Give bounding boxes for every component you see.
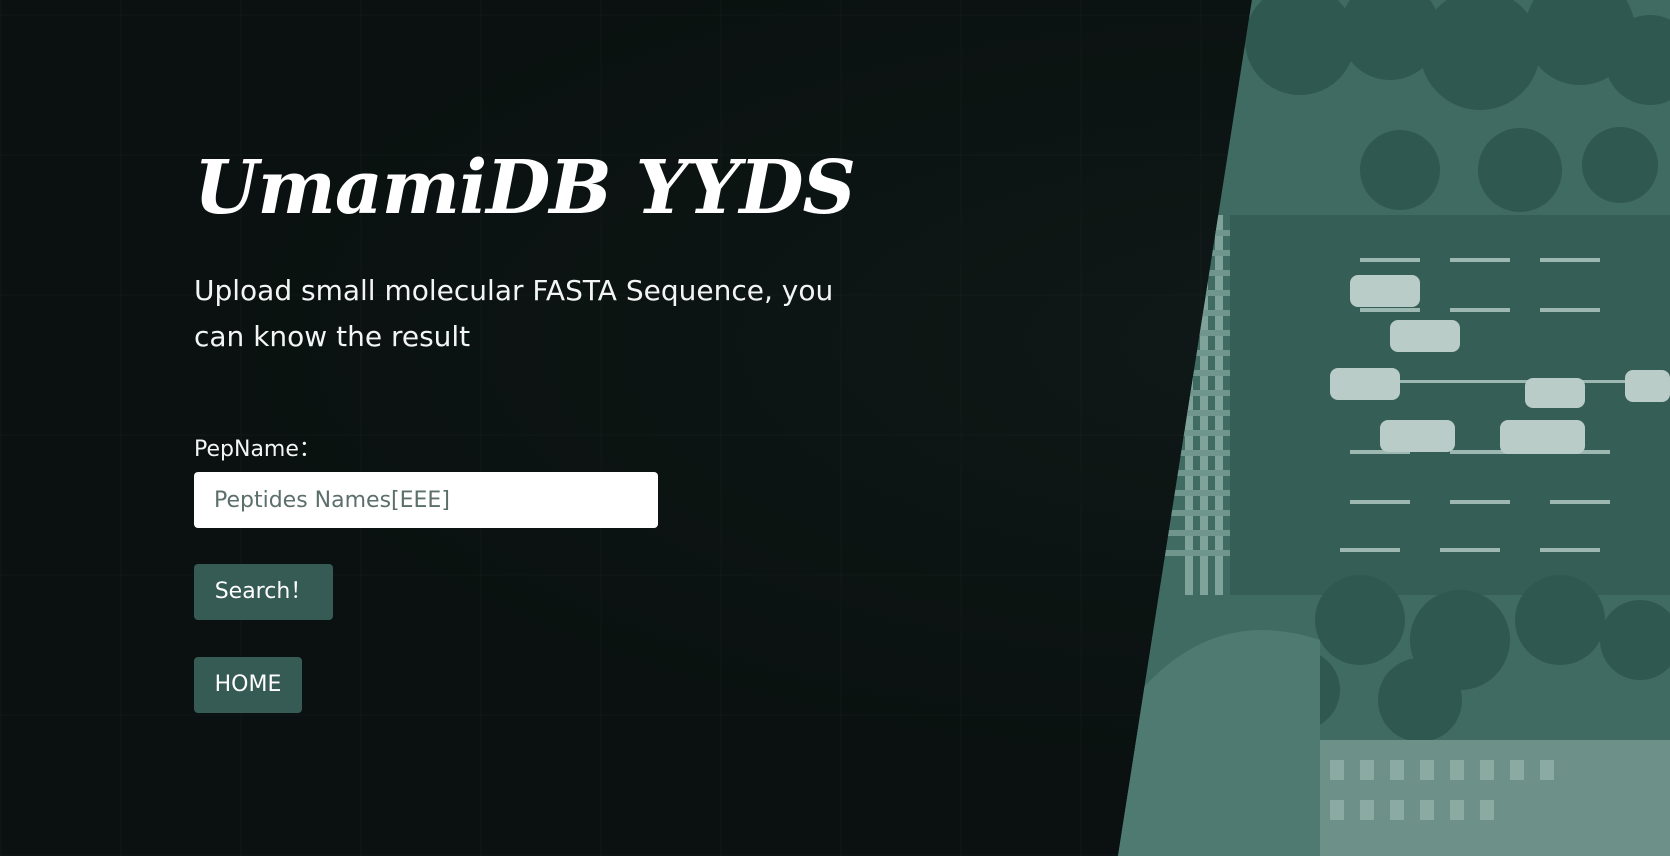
search-row: Search！	[194, 528, 894, 620]
pepname-input[interactable]	[194, 472, 658, 528]
home-button[interactable]: HOME	[194, 657, 302, 713]
pepname-label: PepName：	[194, 437, 321, 462]
page: UmamiDB YYDS Upload small molecular FAST…	[0, 0, 1670, 856]
home-row: HOME	[194, 620, 894, 713]
search-button[interactable]: Search！	[194, 564, 333, 620]
page-title: UmamiDB YYDS	[194, 145, 856, 231]
hero-content: UmamiDB YYDS Upload small molecular FAST…	[194, 140, 894, 713]
page-subtitle: Upload small molecular FASTA Sequence, y…	[194, 274, 834, 353]
